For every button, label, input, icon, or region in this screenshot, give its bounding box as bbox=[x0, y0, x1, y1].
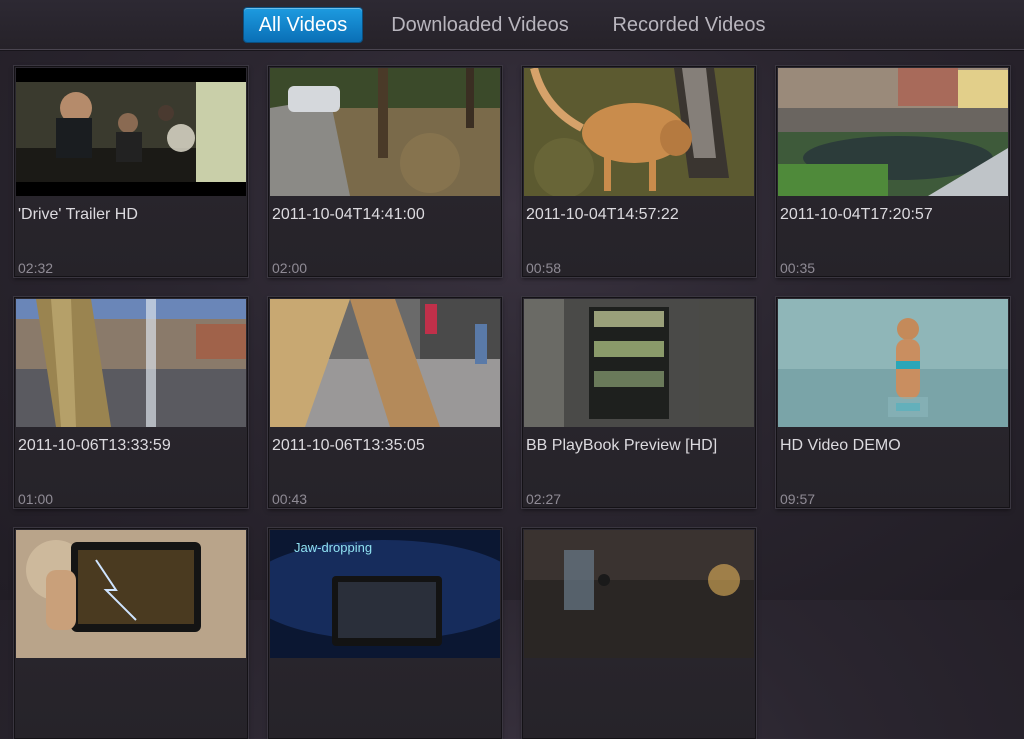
video-thumbnail bbox=[524, 299, 754, 427]
video-duration: 01:00 bbox=[18, 491, 54, 507]
video-title: 2011-10-06T13:33:59 bbox=[18, 437, 171, 454]
video-duration: 02:00 bbox=[272, 260, 308, 276]
video-card[interactable]: 2011-10-06T13:35:05 00:43 bbox=[268, 297, 502, 508]
video-title: 'Drive' Trailer HD bbox=[18, 206, 138, 223]
video-card[interactable]: BB PlayBook Preview [HD] 02:27 bbox=[522, 297, 756, 508]
video-thumbnail: Jaw-dropping bbox=[270, 530, 500, 658]
video-card[interactable] bbox=[14, 528, 248, 739]
video-card[interactable]: 2011-10-04T17:20:57 00:35 bbox=[776, 66, 1010, 277]
video-duration: 09:57 bbox=[780, 491, 816, 507]
video-title: 2011-10-04T17:20:57 bbox=[780, 206, 933, 223]
video-card[interactable]: 2011-10-06T13:33:59 01:00 bbox=[14, 297, 248, 508]
video-title: HD Video DEMO bbox=[780, 437, 901, 454]
video-card[interactable]: 'Drive' Trailer HD 02:32 bbox=[14, 66, 248, 277]
video-duration: 00:58 bbox=[526, 260, 562, 276]
video-title: BB PlayBook Preview [HD] bbox=[526, 437, 718, 454]
video-card[interactable]: Jaw-dropping bbox=[268, 528, 502, 739]
video-title: 2011-10-04T14:57:22 bbox=[526, 206, 679, 223]
video-thumbnail bbox=[778, 299, 1008, 427]
video-card[interactable] bbox=[522, 528, 756, 739]
video-duration: 02:27 bbox=[526, 491, 562, 507]
video-thumbnail bbox=[524, 68, 754, 196]
video-thumbnail bbox=[16, 299, 246, 427]
thumbnail-caption: Jaw-dropping bbox=[294, 540, 373, 555]
video-grid: 'Drive' Trailer HD 02:32 2011-10-04T14:4… bbox=[0, 0, 1024, 739]
video-card[interactable]: 2011-10-04T14:41:00 02:00 bbox=[268, 66, 502, 277]
video-duration: 00:43 bbox=[272, 491, 308, 507]
video-thumbnail bbox=[524, 530, 754, 658]
video-title: 2011-10-04T14:41:00 bbox=[272, 206, 425, 223]
video-duration: 00:35 bbox=[780, 260, 816, 276]
video-title: 2011-10-06T13:35:05 bbox=[272, 437, 425, 454]
video-thumbnail bbox=[16, 530, 246, 658]
video-thumbnail bbox=[270, 299, 500, 427]
video-thumbnail bbox=[16, 68, 246, 196]
video-thumbnail bbox=[778, 68, 1008, 196]
video-card[interactable]: HD Video DEMO 09:57 bbox=[776, 297, 1010, 508]
video-card[interactable]: 2011-10-04T14:57:22 00:58 bbox=[522, 66, 756, 277]
video-duration: 02:32 bbox=[18, 260, 54, 276]
video-thumbnail bbox=[270, 68, 500, 196]
